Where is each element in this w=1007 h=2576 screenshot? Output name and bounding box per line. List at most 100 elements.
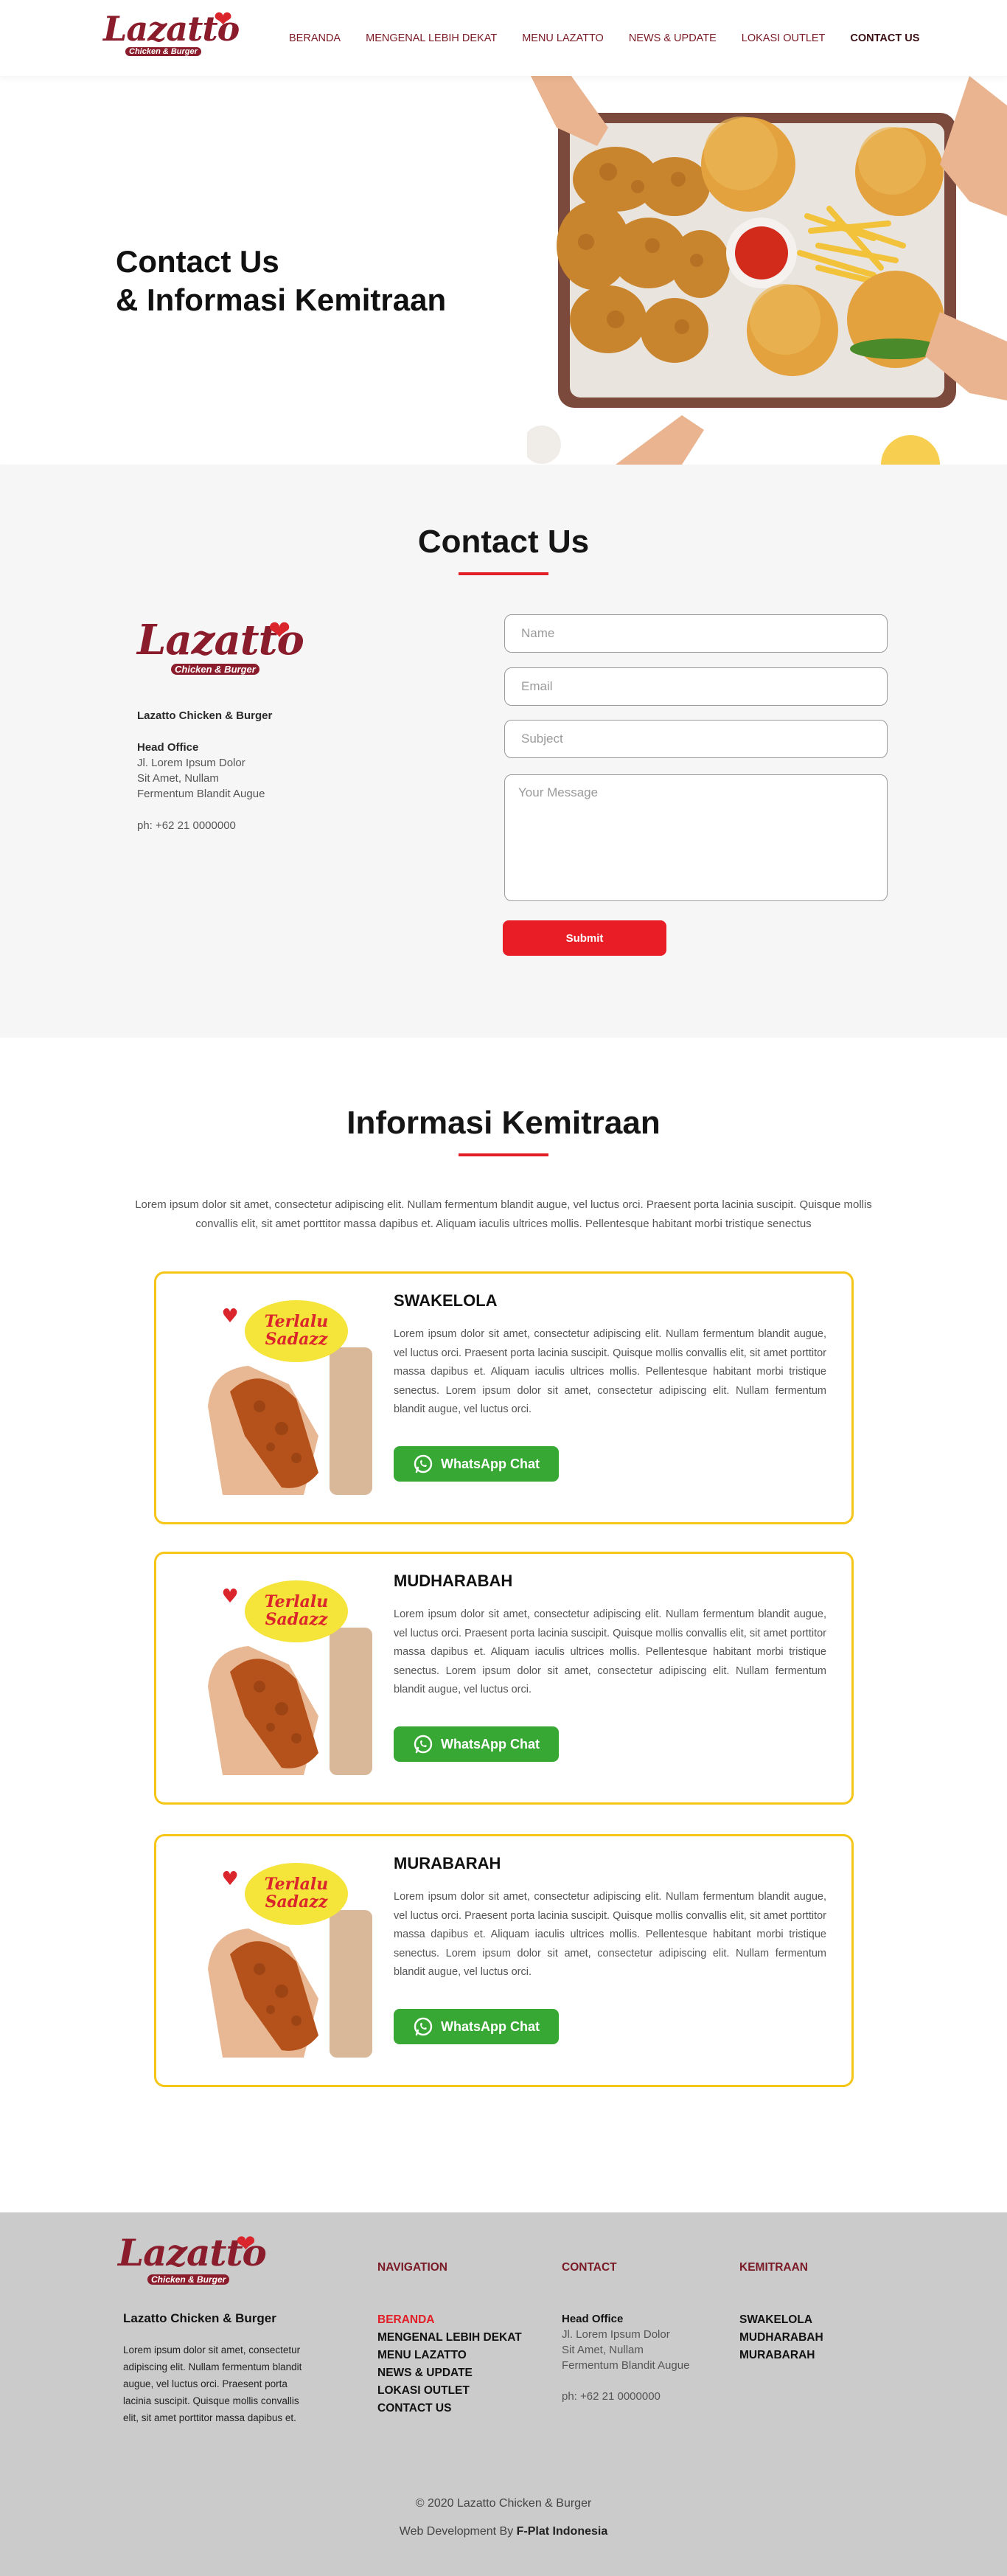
kemitraan-intro-text: Lorem ipsum dolor sit amet, consectetur …	[135, 1198, 872, 1230]
name-field[interactable]	[504, 614, 888, 653]
site-header: Lazatto ❤ Chicken & Burger BERANDA MENGE…	[0, 0, 1007, 76]
nav-item-lokasi-outlet[interactable]: LOKASI OUTLET	[742, 32, 826, 44]
main-nav: BERANDA MENGENAL LEBIH DEKAT MENU LAZATT…	[289, 0, 944, 76]
promo-text-line-1: Terlalu	[265, 1875, 328, 1894]
kemitraan-section: Informasi Kemitraan Lorem ipsum dolor si…	[0, 1038, 1007, 2212]
nav-item-menu-lazatto[interactable]: MENU LAZATTO	[522, 32, 604, 44]
card-title: SWAKELOLA	[394, 1291, 498, 1310]
subject-field[interactable]	[504, 720, 888, 758]
contact-section-title: Contact Us	[417, 524, 590, 560]
heart-icon: ♥	[221, 1586, 238, 1608]
whatsapp-chat-button[interactable]: WhatsApp Chat	[394, 1446, 559, 1482]
card-title: MUDHARABAH	[394, 1572, 513, 1590]
footer-navigation-column: NAVIGATION BERANDA MENGENAL LEBIH DEKAT …	[377, 2261, 522, 2417]
footer-phone: ph: +62 21 0000000	[562, 2390, 661, 2403]
heart-icon: ❤	[214, 7, 233, 32]
footer-link-contact-us[interactable]: CONTACT US	[377, 2400, 522, 2417]
promo-text-line-1: Terlalu	[265, 1592, 328, 1611]
footer-nav-heading: NAVIGATION	[377, 2261, 448, 2274]
footer-about-text: Lorem ipsum dolor sit amet, consectetur …	[123, 2344, 302, 2423]
contact-phone: ph: +62 21 0000000	[137, 819, 236, 832]
footer-link-murabarah[interactable]: MURABARAH	[739, 2347, 823, 2364]
whatsapp-icon	[414, 1454, 433, 1473]
message-field[interactable]	[504, 774, 888, 901]
promo-text-line-2: Sadazz	[265, 1610, 328, 1629]
contact-address-line-2: Sit Amet, Nullam	[137, 772, 219, 785]
contact-section: Contact Us Lazatto ❤ Chicken & Burger La…	[0, 465, 1007, 1038]
copyright-icon: ©	[415, 2497, 425, 2510]
whatsapp-icon	[414, 2017, 433, 2036]
header-logo[interactable]: Lazatto ❤ Chicken & Burger	[103, 7, 240, 63]
credit-prefix: Web Development By	[399, 2525, 514, 2538]
hero-food-tray-image	[527, 76, 1007, 465]
site-footer: Lazatto ❤ Chicken & Burger Lazatto Chick…	[0, 2212, 1007, 2576]
email-field[interactable]	[504, 667, 888, 706]
whatsapp-icon	[414, 1735, 433, 1754]
credit-link[interactable]: F-Plat Indonesia	[517, 2525, 608, 2538]
contact-address-line-3: Fermentum Blandit Augue	[137, 788, 265, 800]
whatsapp-button-label: WhatsApp Chat	[441, 2018, 540, 2034]
promo-chicken-image: Terlalu Sadazz ♥	[178, 1858, 372, 2058]
whatsapp-button-label: WhatsApp Chat	[441, 1456, 540, 1471]
card-description: Lorem ipsum dolor sit amet, consectetur …	[394, 1328, 826, 1415]
nav-item-contact-us[interactable]: CONTACT US	[850, 32, 919, 44]
contact-office-label: Head Office	[137, 741, 199, 754]
logo-tagline: Chicken & Burger	[147, 2274, 230, 2285]
submit-button[interactable]: Submit	[503, 920, 666, 956]
footer-logo[interactable]: Lazatto ❤ Chicken & Burger	[118, 2229, 267, 2294]
promo-chicken-image: Terlalu Sadazz ♥	[178, 1576, 372, 1775]
nav-item-news-update[interactable]: NEWS & UPDATE	[629, 32, 717, 44]
partnership-card-mudharabah: Terlalu Sadazz ♥ MUDHARABAH Lorem ipsum …	[154, 1552, 854, 1805]
footer-link-mudharabah[interactable]: MUDHARABAH	[739, 2329, 823, 2347]
logo-tagline: Chicken & Burger	[125, 47, 201, 56]
kemitraan-section-title: Informasi Kemitraan	[346, 1105, 661, 1141]
footer-kemitraan-column: KEMITRAAN SWAKELOLA MUDHARABAH MURABARAH	[739, 2261, 823, 2364]
hero-title: Contact Us & Informasi Kemitraan	[116, 243, 446, 319]
contact-title-underline	[459, 572, 548, 575]
contact-company-name: Lazatto Chicken & Burger	[137, 709, 273, 722]
whatsapp-chat-button[interactable]: WhatsApp Chat	[394, 1726, 559, 1762]
footer-kemitraan-heading: KEMITRAAN	[739, 2261, 808, 2274]
promo-text-line-1: Terlalu	[265, 1312, 328, 1331]
partnership-card-murabarah: Terlalu Sadazz ♥ MURABARAH Lorem ipsum d…	[154, 1834, 854, 2087]
partnership-card-swakelola: Terlalu Sadazz ♥ SWAKELOLA Lorem ipsum d…	[154, 1271, 854, 1524]
heart-icon: ♥	[221, 1305, 238, 1327]
footer-address-line-1: Jl. Lorem Ipsum Dolor	[562, 2328, 670, 2341]
footer-office-label: Head Office	[562, 2313, 624, 2325]
footer-link-news-update[interactable]: NEWS & UPDATE	[377, 2364, 522, 2382]
card-description: Lorem ipsum dolor sit amet, consectetur …	[394, 1891, 826, 1978]
footer-link-menu-lazatto[interactable]: MENU LAZATTO	[377, 2347, 522, 2364]
hero-banner: Contact Us & Informasi Kemitraan	[0, 76, 1007, 465]
heart-icon: ❤	[268, 616, 291, 646]
whatsapp-chat-button[interactable]: WhatsApp Chat	[394, 2009, 559, 2044]
footer-contact-column: CONTACT Head Office Jl. Lorem Ipsum Dolo…	[562, 2261, 689, 2404]
kemitraan-title-underline	[459, 1153, 548, 1156]
nav-item-beranda[interactable]: BERANDA	[289, 32, 341, 44]
whatsapp-button-label: WhatsApp Chat	[441, 1736, 540, 1752]
footer-credit: Web Development By F-Plat Indonesia	[0, 2525, 1007, 2538]
promo-text-line-2: Sadazz	[265, 1892, 328, 1912]
hero-title-line-1: Contact Us	[116, 244, 279, 279]
contact-info: Lazatto Chicken & Burger Head Office Jl.…	[137, 708, 272, 833]
footer-link-mengenal-lebih-dekat[interactable]: MENGENAL LEBIH DEKAT	[377, 2329, 522, 2347]
card-title: MURABARAH	[394, 1854, 501, 1872]
footer-address-line-3: Fermentum Blandit Augue	[562, 2359, 690, 2372]
card-description: Lorem ipsum dolor sit amet, consectetur …	[394, 1608, 826, 1695]
footer-contact-heading: CONTACT	[562, 2261, 617, 2274]
copyright-text: 2020 Lazatto Chicken & Burger	[427, 2497, 592, 2510]
hero-title-line-2: & Informasi Kemitraan	[116, 282, 447, 317]
logo-tagline: Chicken & Burger	[171, 664, 259, 675]
contact-logo: Lazatto ❤ Chicken & Burger	[137, 616, 304, 686]
promo-text-line-2: Sadazz	[265, 1330, 328, 1349]
footer-link-swakelola[interactable]: SWAKELOLA	[739, 2311, 823, 2329]
nav-item-mengenal-lebih-dekat[interactable]: MENGENAL LEBIH DEKAT	[366, 32, 497, 44]
footer-copyright: © 2020 Lazatto Chicken & Burger	[0, 2497, 1007, 2510]
footer-address-line-2: Sit Amet, Nullam	[562, 2344, 644, 2356]
footer-brand-name: Lazatto Chicken & Burger	[123, 2311, 276, 2325]
contact-address-line-1: Jl. Lorem Ipsum Dolor	[137, 757, 245, 769]
footer-link-beranda[interactable]: BERANDA	[377, 2311, 522, 2329]
promo-chicken-image: Terlalu Sadazz ♥	[178, 1296, 372, 1495]
heart-icon: ❤	[236, 2229, 256, 2257]
heart-icon: ♥	[221, 1868, 238, 1890]
footer-link-lokasi-outlet[interactable]: LOKASI OUTLET	[377, 2382, 522, 2400]
